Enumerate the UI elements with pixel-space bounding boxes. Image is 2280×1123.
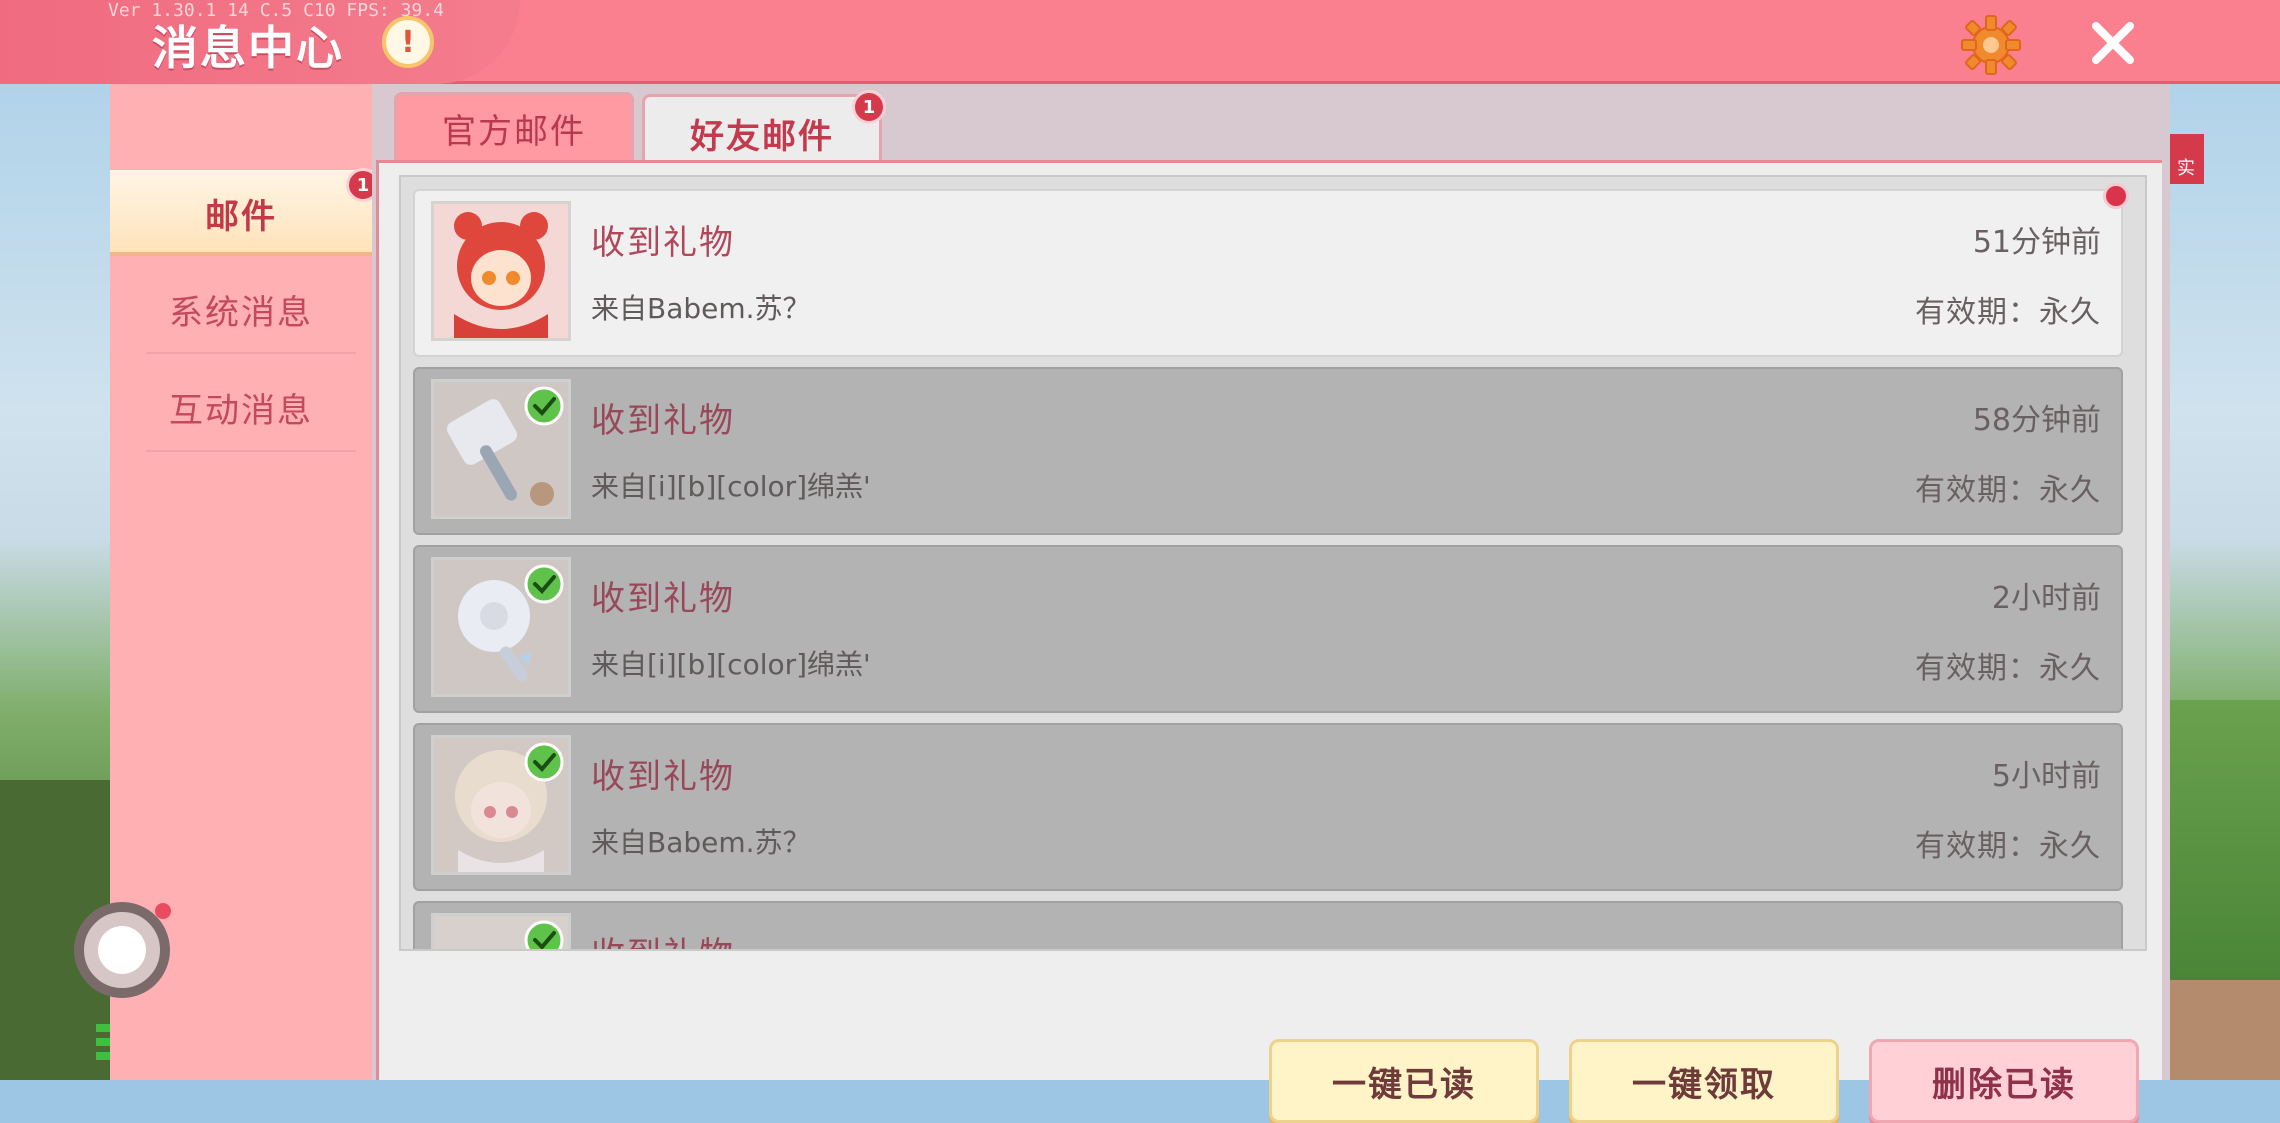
content-area: 收到礼物 来自Babem.苏？ 51分钟前 有效期：永久 收到礼物 来自[i][… xyxy=(376,160,2162,1123)
check-icon xyxy=(524,920,564,949)
check-icon xyxy=(524,564,564,604)
avatar xyxy=(431,735,571,875)
alert-icon[interactable]: ! xyxy=(382,16,434,68)
gear-icon[interactable] xyxy=(1960,14,2022,76)
mail-list[interactable]: 收到礼物 来自Babem.苏？ 51分钟前 有效期：永久 收到礼物 来自[i][… xyxy=(399,175,2147,951)
mail-sender: 来自Babem.苏？ xyxy=(591,292,811,325)
tab-friend-mail[interactable]: 好友邮件 xyxy=(642,94,882,170)
header-bar: Ver 1.30.1 14 C.5 C10 FPS: 39.4 消息中心 ! xyxy=(0,0,2280,84)
close-icon[interactable] xyxy=(2088,18,2138,68)
joystick-knob[interactable] xyxy=(98,926,146,974)
mail-title: 收到礼物 xyxy=(591,757,735,797)
item-thumbnail xyxy=(431,557,571,697)
page-title: 消息中心 xyxy=(152,21,344,75)
tab-label: 好友邮件 xyxy=(690,117,834,157)
item-thumbnail xyxy=(431,379,571,519)
claim-all-button[interactable]: 一键领取 xyxy=(1569,1039,1839,1123)
check-icon xyxy=(524,742,564,782)
side-tag[interactable]: 实 xyxy=(2168,134,2204,184)
tab-official-mail[interactable]: 官方邮件 xyxy=(394,92,634,162)
mark-all-read-button[interactable]: 一键已读 xyxy=(1269,1039,1539,1123)
sidebar-item-system[interactable]: 系统消息 xyxy=(110,266,372,352)
background-ground-right xyxy=(2168,980,2280,1080)
mail-sender: 来自Babem.苏？ xyxy=(591,826,811,859)
character-avatar-icon xyxy=(434,204,568,338)
sidebar-item-mail[interactable]: 邮件 xyxy=(110,170,372,256)
mail-sender: 来自[i][b][color]绵羔' xyxy=(591,648,871,681)
mail-time: 58分钟前 xyxy=(1972,403,2101,438)
mail-time: 51分钟前 xyxy=(1972,225,2101,260)
friend-mail-badge: 1 xyxy=(852,90,886,124)
joystick[interactable] xyxy=(74,902,170,998)
signal-icon xyxy=(96,1024,110,1060)
mail-validity: 有效期：永久 xyxy=(1915,295,2101,330)
mail-validity: 有效期：永久 xyxy=(1915,651,2101,686)
mail-time: 2小时前 xyxy=(1991,581,2101,616)
mail-validity: 有效期：永久 xyxy=(1915,473,2101,508)
sidebar-divider xyxy=(146,352,356,354)
delete-read-button[interactable]: 删除已读 xyxy=(1869,1039,2139,1123)
mail-title: 收到礼物 xyxy=(591,223,735,263)
sidebar-divider xyxy=(146,450,356,452)
sidebar-item-label: 系统消息 xyxy=(169,292,313,333)
sidebar-item-interaction[interactable]: 互动消息 xyxy=(110,364,372,450)
mail-item[interactable]: 收到礼物 来自[i][b][color]绵羔' 2小时前 有效期：永久 xyxy=(413,545,2123,713)
mail-item[interactable]: 收到礼物 来自Babem.苏？ 5小时前 有效期：永久 xyxy=(413,723,2123,891)
mail-item[interactable]: 收到礼物 来自[i][b][color]绵羔' 58分钟前 有效期：永久 xyxy=(413,367,2123,535)
mail-title: 收到礼物 xyxy=(591,401,735,441)
mail-sender: 来自[i][b][color]绵羔' xyxy=(591,470,871,503)
main-panel: 官方邮件 好友邮件 1 收到礼物 来自Babem.苏？ 51分钟前 有效期：永久… xyxy=(372,84,2170,1123)
joystick-notification-dot xyxy=(155,903,171,919)
mail-title: 收到礼物 xyxy=(591,579,735,619)
mail-title: 收到礼物 xyxy=(591,927,735,949)
item-thumbnail xyxy=(431,913,571,949)
sidebar-item-label: 邮件 xyxy=(205,196,277,237)
mail-item[interactable]: 收到礼物 来自Babem.苏？ 51分钟前 有效期：永久 xyxy=(413,183,2129,357)
tab-label: 官方邮件 xyxy=(442,112,586,152)
sidebar-item-label: 互动消息 xyxy=(169,390,313,431)
check-icon xyxy=(524,386,564,426)
mail-item[interactable]: 收到礼物 xyxy=(413,901,2123,949)
mail-validity: 有效期：永久 xyxy=(1915,829,2101,864)
unread-dot xyxy=(2103,183,2129,209)
mail-time: 5小时前 xyxy=(1991,759,2101,794)
avatar xyxy=(431,201,571,341)
